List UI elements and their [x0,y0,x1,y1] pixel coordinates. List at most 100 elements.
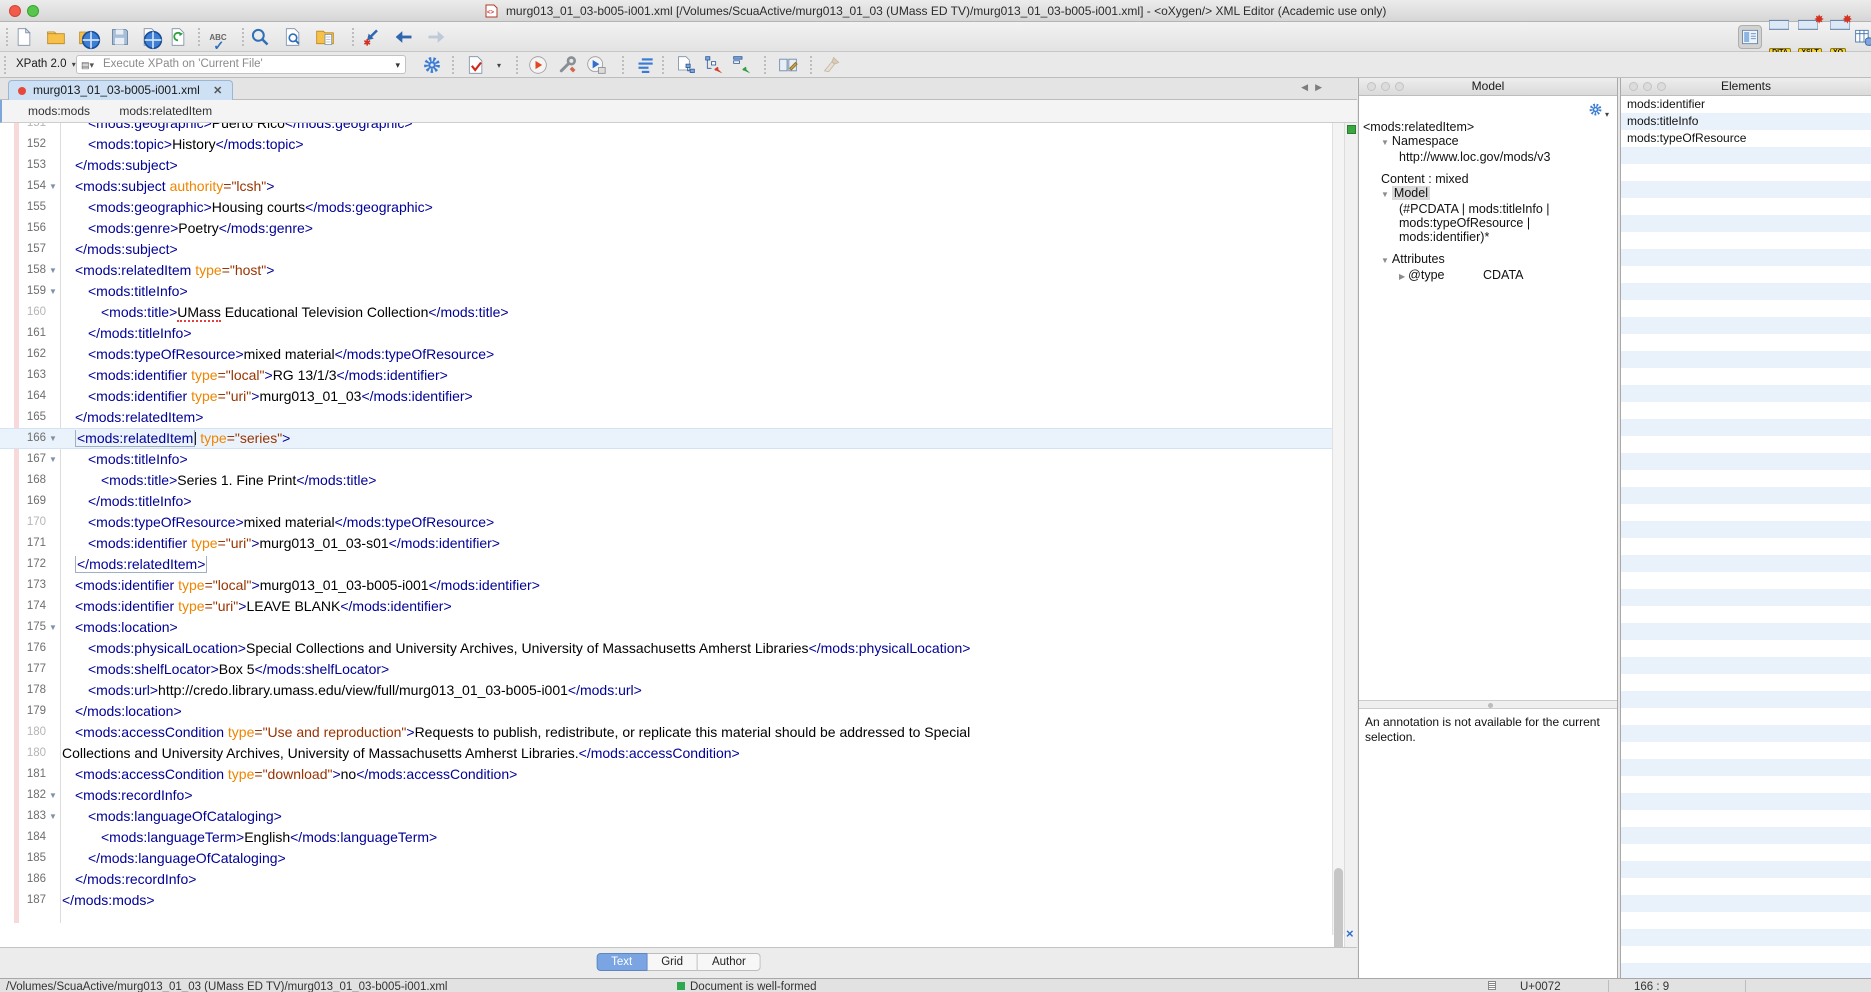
validate-dropdown-icon[interactable]: ▾ [492,53,504,77]
pin-red-icon[interactable] [702,53,726,77]
reload-document-icon[interactable] [166,25,190,49]
settings-gear-icon[interactable] [420,53,444,77]
toolbar-drag-handle[interactable] [352,28,354,46]
dita-perspective-icon[interactable]: DITA [1768,25,1792,49]
view-author-button[interactable]: Author [698,953,761,971]
code-line-159[interactable]: 159▼<mods:titleInfo> [0,281,1332,302]
chevron-down-icon[interactable]: ▼ [1381,256,1389,265]
open-folder-icon[interactable] [44,25,68,49]
apply-transformation-icon[interactable] [526,53,550,77]
code-line-167[interactable]: 167▼<mods:titleInfo> [0,449,1332,470]
code-line-185[interactable]: 185</mods:languageOfCataloging> [0,848,1332,869]
code-line-172[interactable]: 172</mods:relatedItem> [0,554,1332,575]
validate-icon[interactable] [464,53,488,77]
toolbar-drag-handle[interactable] [242,28,244,46]
search-icon[interactable] [248,25,272,49]
format-indent-icon[interactable] [634,53,658,77]
toolbar-drag-handle[interactable] [516,56,518,74]
code-line-180[interactable]: 180<mods:accessCondition type="Use and r… [0,722,1332,743]
toolbar-drag-handle[interactable] [452,56,454,74]
model-tree-node[interactable]: mods:typeOfResource | [1359,216,1617,230]
new-document-icon[interactable] [12,25,36,49]
text-editor[interactable]: 151<mods:geographic>Puerto Rico</mods:ge… [0,123,1357,947]
model-tree-node[interactable]: Content : mixed [1359,172,1617,186]
elements-list[interactable]: mods:identifiermods:titleInfomods:typeOf… [1621,96,1871,980]
chevron-down-icon[interactable]: ▼ [1381,138,1389,147]
model-tree-node[interactable]: ▶@typeCDATA [1359,268,1617,284]
toolbar-drag-handle[interactable] [198,28,200,46]
tab-scroll-arrows[interactable]: ◀▶ [1301,82,1329,93]
go-to-last-edit-icon[interactable]: ✱ [360,25,384,49]
code-line-153[interactable]: 153</mods:subject> [0,155,1332,176]
spell-check-icon[interactable]: ABC✓ [206,25,230,49]
forward-icon[interactable] [424,25,448,49]
close-tab-icon[interactable]: ✕ [213,85,222,97]
model-tree-node[interactable]: ▼Attributes [1359,252,1617,268]
model-settings-gear-icon[interactable]: ▾ [1588,102,1609,122]
view-grid-button[interactable]: Grid [647,953,698,971]
code-line-174[interactable]: 174<mods:identifier type="uri">LEAVE BLA… [0,596,1332,617]
code-line-173[interactable]: 173<mods:identifier type="local">murg013… [0,575,1332,596]
element-proposal-mods-identifier[interactable]: mods:identifier [1621,96,1871,113]
fold-marker-icon[interactable]: ▼ [49,281,57,302]
edit-modes-icon[interactable] [776,53,800,77]
view-text-button[interactable]: Text [596,953,647,971]
fold-marker-icon[interactable]: ▼ [49,785,57,806]
code-line-152[interactable]: 152<mods:topic>History</mods:topic> [0,134,1332,155]
code-line-168[interactable]: 168<mods:title>Series 1. Fine Print</mod… [0,470,1332,491]
model-tree-node[interactable]: ▼Namespace [1359,134,1617,150]
chevron-down-icon[interactable]: ▼ [1381,190,1389,199]
find-replace-icon[interactable] [281,25,305,49]
code-line-166[interactable]: 166▼<mods:relatedItem type="series"> [0,428,1332,449]
toolbar-drag-handle[interactable] [6,28,8,46]
model-tree[interactable]: <mods:relatedItem>▼Namespacehttp://www.l… [1359,120,1617,284]
associate-schema-icon[interactable] [674,53,698,77]
code-line-179[interactable]: 179</mods:location> [0,701,1332,722]
model-tree-node[interactable]: http://www.loc.gov/mods/v3 [1359,150,1617,164]
model-panel-header[interactable]: Model [1359,78,1617,96]
pin-green-icon[interactable] [730,53,754,77]
toolbar-drag-handle[interactable] [622,56,624,74]
code-line-187[interactable]: 187</mods:mods> [0,890,1332,911]
model-tree-node[interactable]: (#PCDATA | mods:titleInfo | [1359,202,1617,216]
fold-marker-icon[interactable]: ▼ [49,176,57,197]
find-in-files-icon[interactable] [313,25,337,49]
code-line-163[interactable]: 163<mods:identifier type="local">RG 13/1… [0,365,1332,386]
xpath-version-select[interactable]: XPath 2.0 ▾ [10,55,82,74]
code-line-160[interactable]: 160<mods:title>UMass Educational Televis… [0,302,1332,323]
element-proposal-mods-typeOfResource[interactable]: mods:typeOfResource [1621,130,1871,147]
xquery-debugger-icon[interactable]: ✸XQ [1828,25,1852,49]
code-line-186[interactable]: 186</mods:recordInfo> [0,869,1332,890]
open-url-icon[interactable] [76,25,100,49]
code-line-151[interactable]: 151<mods:geographic>Puerto Rico</mods:ge… [0,123,1332,134]
xslt-debugger-icon[interactable]: ✸XSLT [1798,25,1822,49]
code-lines[interactable]: 151<mods:geographic>Puerto Rico</mods:ge… [0,123,1332,911]
database-perspective-icon[interactable] [1852,25,1871,49]
editor-perspective-icon[interactable] [1738,25,1762,49]
back-icon[interactable] [392,25,416,49]
clear-highlights-icon[interactable]: × [1346,928,1354,940]
code-line-178[interactable]: 178<mods:url>http://credo.library.umass.… [0,680,1332,701]
breadcrumb-item-relateditem[interactable]: mods:relatedItem [119,104,212,118]
code-line-169[interactable]: 169</mods:titleInfo> [0,491,1332,512]
debug-transformation-icon[interactable] [584,53,608,77]
code-line-158[interactable]: 158▼<mods:relatedItem type="host"> [0,260,1332,281]
model-tree-node[interactable]: <mods:relatedItem> [1359,120,1617,134]
code-line-176[interactable]: 176<mods:physicalLocation>Special Collec… [0,638,1332,659]
configure-transformation-icon[interactable] [556,53,580,77]
toolbar-drag-handle[interactable] [662,56,664,74]
clean-brush-icon[interactable] [820,53,844,77]
element-proposal-mods-titleInfo[interactable]: mods:titleInfo [1621,113,1871,130]
fold-marker-icon[interactable]: ▼ [49,449,57,470]
code-line-183[interactable]: 183▼<mods:languageOfCataloging> [0,806,1332,827]
toolbar-drag-handle[interactable] [764,56,766,74]
code-line-154[interactable]: 154▼<mods:subject authority="lcsh"> [0,176,1332,197]
scrollbar-thumb[interactable] [1334,868,1343,947]
fold-marker-icon[interactable]: ▼ [49,806,57,827]
code-line-161[interactable]: 161</mods:titleInfo> [0,323,1332,344]
toolbar-drag-handle[interactable] [4,56,6,74]
code-line-162[interactable]: 162<mods:typeOfResource>mixed material</… [0,344,1332,365]
code-line-156[interactable]: 156<mods:genre>Poetry</mods:genre> [0,218,1332,239]
tab-current-file[interactable]: murg013_01_03-b005-i001.xml ✕ [8,80,233,100]
chevron-right-icon[interactable]: ▶ [1399,272,1405,281]
